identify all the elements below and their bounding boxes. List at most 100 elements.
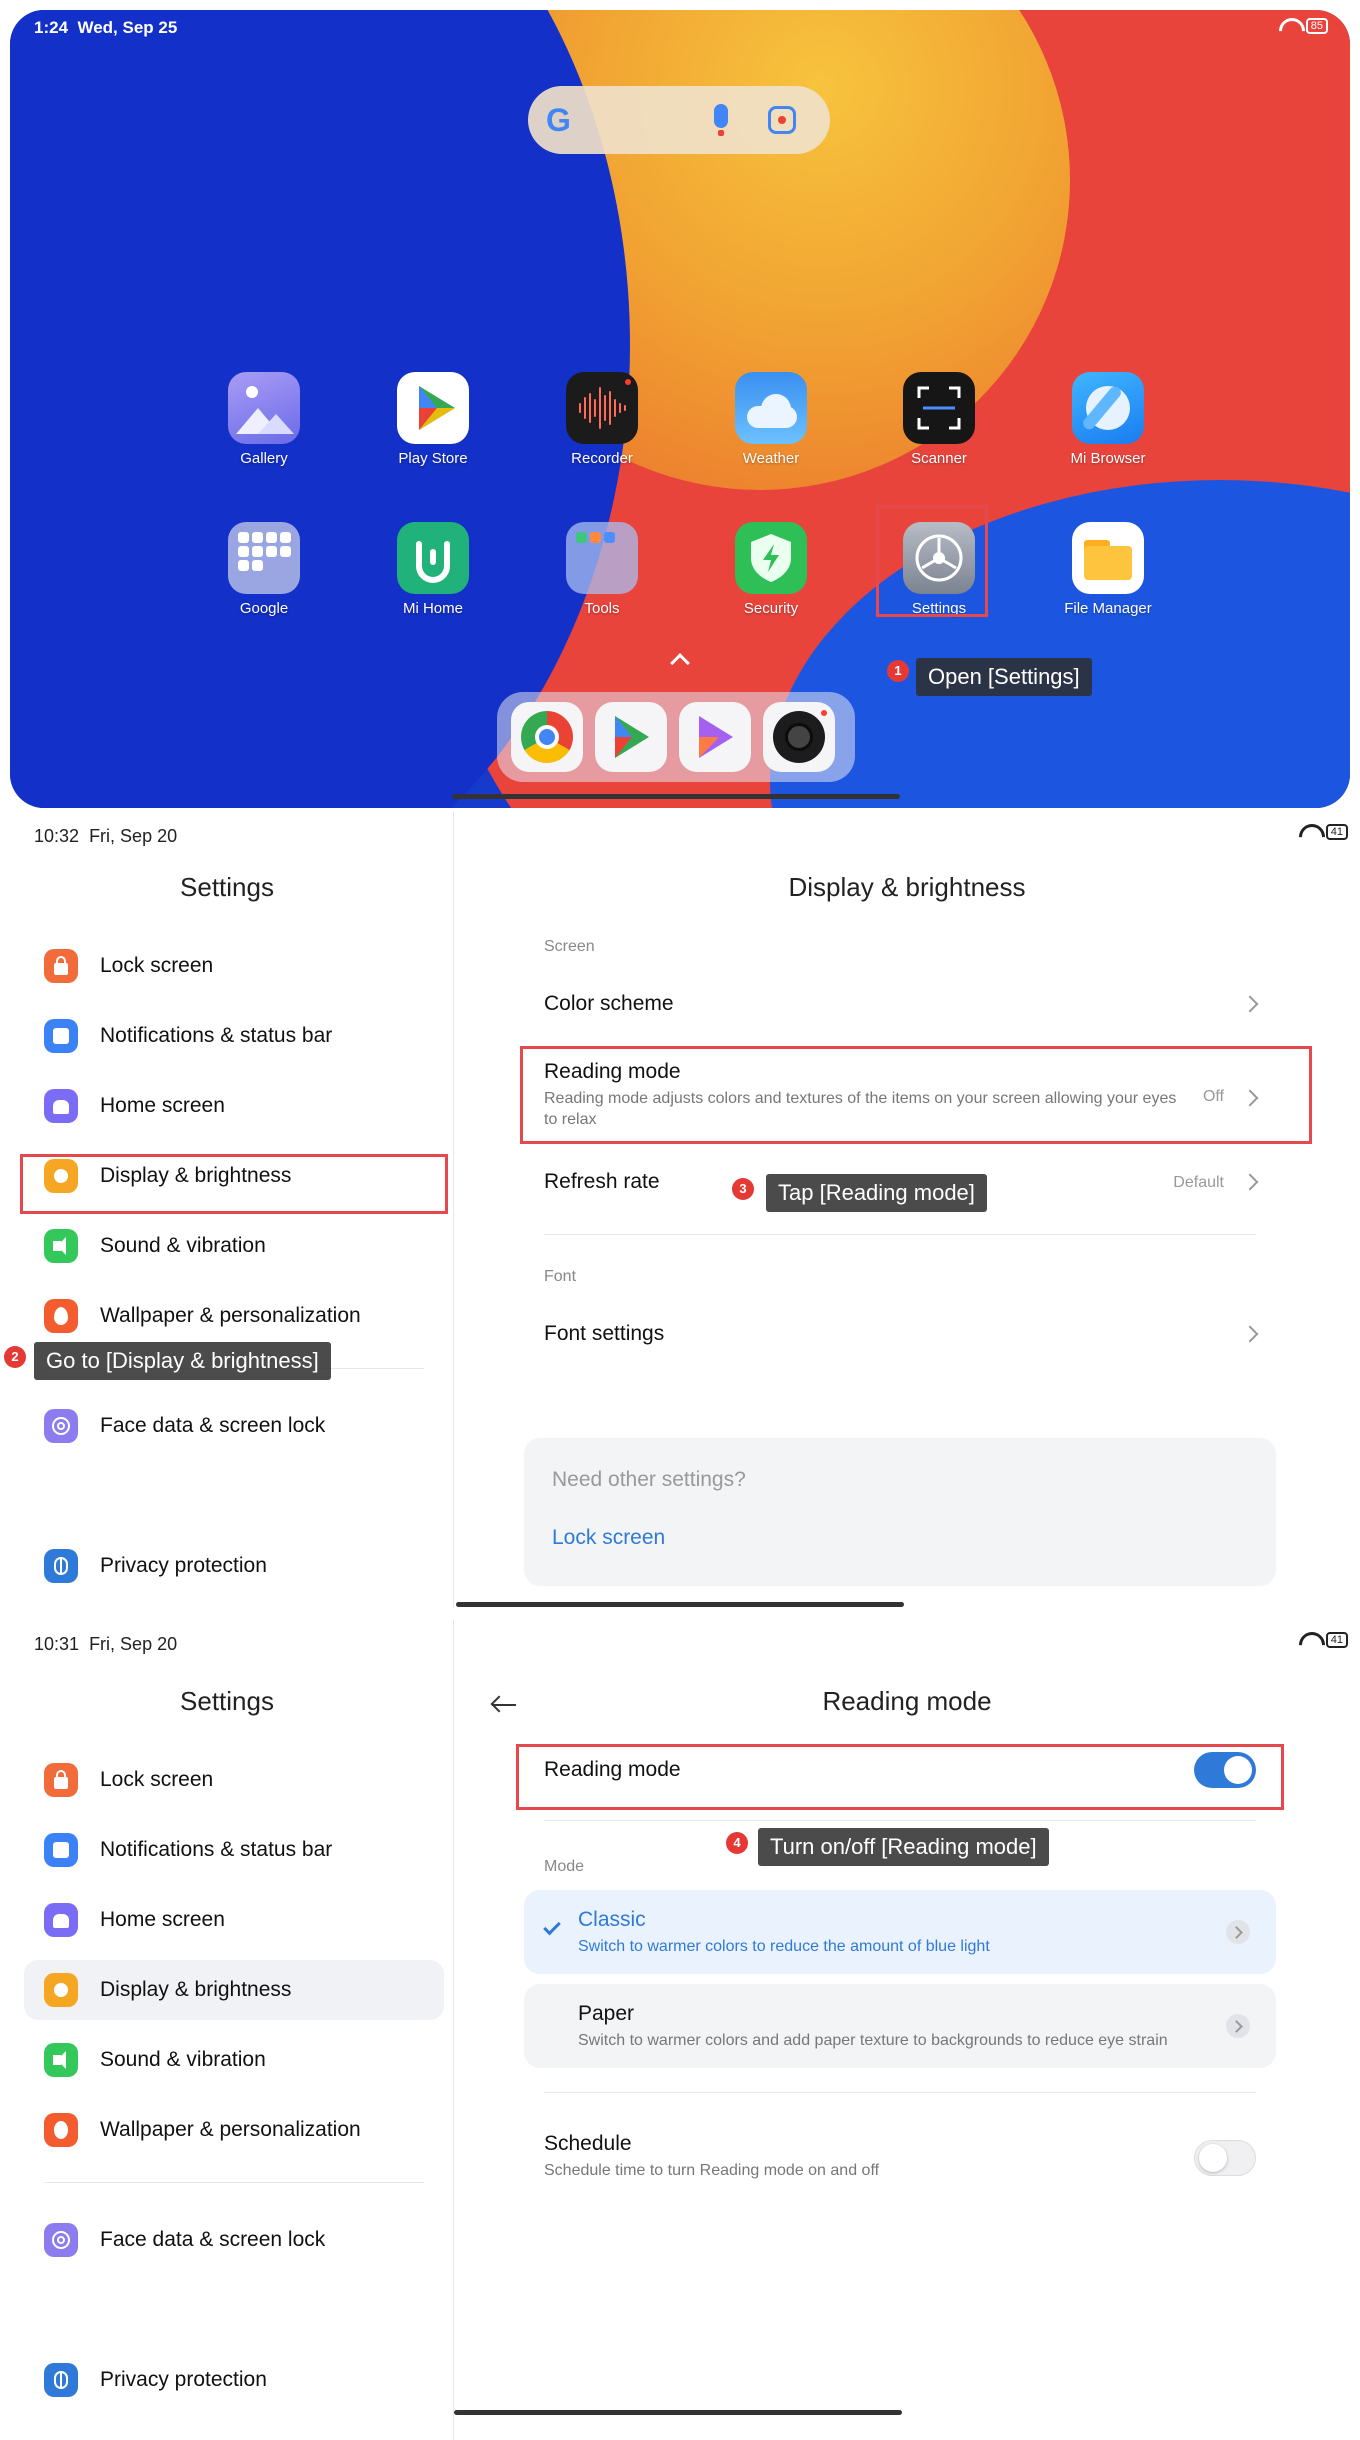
app-play-store[interactable]: Play Store bbox=[358, 372, 508, 467]
step-tooltip: Turn on/off [Reading mode] bbox=[758, 1828, 1049, 1866]
camera-icon[interactable] bbox=[763, 702, 835, 772]
wallpaper-icon bbox=[44, 2113, 78, 2147]
gesture-bar[interactable] bbox=[454, 2410, 902, 2415]
microphone-icon[interactable] bbox=[714, 104, 728, 136]
google-folder-icon bbox=[228, 522, 300, 594]
gallery-icon bbox=[228, 372, 300, 444]
step-badge: 1 bbox=[887, 660, 909, 682]
app-security[interactable]: Security bbox=[696, 522, 846, 617]
sidebar-item-wallpaper[interactable]: Wallpaper & personalization bbox=[24, 2100, 444, 2160]
sidebar-title: Settings bbox=[180, 1686, 274, 1716]
status-icons: 41 bbox=[1298, 1632, 1348, 1648]
battery-icon: 41 bbox=[1325, 824, 1348, 840]
sun-icon bbox=[44, 1973, 78, 2007]
sidebar-item-privacy[interactable]: Privacy protection bbox=[24, 1536, 444, 1596]
annotation-highlight-display bbox=[20, 1154, 448, 1214]
other-settings-card: Need other settings? Lock screen bbox=[524, 1438, 1276, 1586]
app-mi-home[interactable]: Mi Home bbox=[358, 522, 508, 617]
page-title: Reading mode bbox=[822, 1686, 992, 1716]
wifi-icon bbox=[1298, 1632, 1320, 1648]
app-weather[interactable]: Weather bbox=[696, 372, 846, 467]
divider bbox=[544, 1234, 1256, 1235]
chevron-right-icon bbox=[1226, 1920, 1250, 1944]
sidebar-item-sound-vibration[interactable]: Sound & vibration bbox=[24, 2030, 444, 2090]
font-settings-row[interactable]: Font settings bbox=[544, 1322, 1259, 1362]
sidebar-item-face-data[interactable]: Face data & screen lock bbox=[24, 2210, 444, 2270]
other-settings-question: Need other settings? bbox=[552, 1468, 746, 1491]
notifications-icon bbox=[44, 1833, 78, 1867]
refresh-rate-value: Default bbox=[1173, 1174, 1224, 1191]
google-logo-icon: G bbox=[546, 101, 571, 138]
checkmark-icon bbox=[543, 1917, 561, 1936]
chrome-icon[interactable] bbox=[511, 702, 583, 772]
security-icon bbox=[735, 522, 807, 594]
play-games-icon[interactable] bbox=[679, 702, 751, 772]
section-header-mode: Mode bbox=[544, 1858, 585, 1875]
gesture-bar[interactable] bbox=[452, 794, 900, 799]
step-badge: 3 bbox=[732, 1178, 754, 1200]
play-store-icon[interactable] bbox=[595, 702, 667, 772]
app-tools-folder[interactable]: Tools bbox=[527, 522, 677, 617]
settings-display-panel: 10:32 Fri, Sep 20 Settings Lock screen N… bbox=[0, 812, 1360, 1608]
home-screen: 1:24 Wed, Sep 25 85 G Gallery Play Store bbox=[10, 10, 1350, 808]
sidebar-item-lock-screen[interactable]: Lock screen bbox=[24, 936, 444, 996]
app-google-folder[interactable]: Google bbox=[189, 522, 339, 617]
sidebar-item-lock-screen[interactable]: Lock screen bbox=[24, 1750, 444, 1810]
sidebar-item-home-screen[interactable]: Home screen bbox=[24, 1890, 444, 1950]
privacy-icon bbox=[44, 1549, 78, 1583]
mi-browser-icon bbox=[1072, 372, 1144, 444]
schedule-switch[interactable] bbox=[1194, 2140, 1256, 2176]
sidebar-item-notifications[interactable]: Notifications & status bar bbox=[24, 1820, 444, 1880]
mode-option-classic[interactable]: Classic Switch to warmer colors to reduc… bbox=[524, 1890, 1276, 1974]
status-icons: 41 bbox=[1298, 824, 1348, 840]
settings-reading-mode-panel: 10:31 Fri, Sep 20 Settings Lock screen N… bbox=[0, 1620, 1360, 2440]
sidebar-item-wallpaper[interactable]: Wallpaper & personalization bbox=[24, 1286, 444, 1346]
home-icon bbox=[44, 1089, 78, 1123]
status-time: 10:31 Fri, Sep 20 bbox=[34, 1634, 178, 1654]
recorder-icon bbox=[566, 372, 638, 444]
step-tooltip: Go to [Display & brightness] bbox=[34, 1342, 331, 1380]
app-recorder[interactable]: Recorder bbox=[527, 372, 677, 467]
status-time: 10:32 Fri, Sep 20 bbox=[34, 826, 178, 846]
chevron-right-icon bbox=[1226, 2014, 1250, 2038]
mode-option-paper[interactable]: Paper Switch to warmer colors and add pa… bbox=[524, 1984, 1276, 2068]
gesture-bar[interactable] bbox=[456, 1602, 904, 1607]
sidebar-item-face-data[interactable]: Face data & screen lock bbox=[24, 1396, 444, 1456]
wifi-icon bbox=[1278, 18, 1300, 34]
sidebar-item-sound-vibration[interactable]: Sound & vibration bbox=[24, 1216, 444, 1276]
app-mi-browser[interactable]: Mi Browser bbox=[1033, 372, 1183, 467]
step-tooltip: Open [Settings] bbox=[916, 658, 1092, 696]
wifi-icon bbox=[1298, 824, 1320, 840]
lock-screen-link[interactable]: Lock screen bbox=[552, 1526, 665, 1550]
app-scanner[interactable]: Scanner bbox=[864, 372, 1014, 467]
annotation-highlight-reading-toggle bbox=[516, 1744, 1284, 1810]
app-gallery[interactable]: Gallery bbox=[189, 372, 339, 467]
sidebar-item-display-brightness[interactable]: Display & brightness bbox=[24, 1960, 444, 2020]
app-file-manager[interactable]: File Manager bbox=[1033, 522, 1183, 617]
speaker-icon bbox=[44, 1229, 78, 1263]
divider bbox=[544, 1820, 1256, 1821]
lock-icon bbox=[44, 1763, 78, 1797]
lock-icon bbox=[44, 949, 78, 983]
status-icons: 85 bbox=[1278, 18, 1328, 34]
divider bbox=[544, 2092, 1256, 2093]
section-header-font: Font bbox=[544, 1268, 577, 1285]
page-title: Display & brightness bbox=[788, 872, 1026, 902]
sidebar-title: Settings bbox=[180, 872, 274, 902]
dock bbox=[497, 692, 855, 782]
section-header-screen: Screen bbox=[544, 938, 595, 955]
step-badge: 4 bbox=[726, 1832, 748, 1854]
privacy-icon bbox=[44, 2363, 78, 2397]
notifications-icon bbox=[44, 1019, 78, 1053]
google-lens-icon[interactable] bbox=[768, 106, 796, 134]
play-store-icon bbox=[397, 372, 469, 444]
sidebar-item-notifications[interactable]: Notifications & status bar bbox=[24, 1006, 444, 1066]
schedule-row[interactable]: Schedule Schedule time to turn Reading m… bbox=[544, 2132, 1256, 2188]
weather-icon bbox=[735, 372, 807, 444]
home-icon bbox=[44, 1903, 78, 1937]
sidebar-item-home-screen[interactable]: Home screen bbox=[24, 1076, 444, 1136]
google-search-bar[interactable]: G bbox=[528, 86, 830, 154]
sidebar-item-privacy[interactable]: Privacy protection bbox=[24, 2350, 444, 2410]
color-scheme-row[interactable]: Color scheme bbox=[544, 992, 1259, 1032]
divider bbox=[44, 2182, 424, 2183]
